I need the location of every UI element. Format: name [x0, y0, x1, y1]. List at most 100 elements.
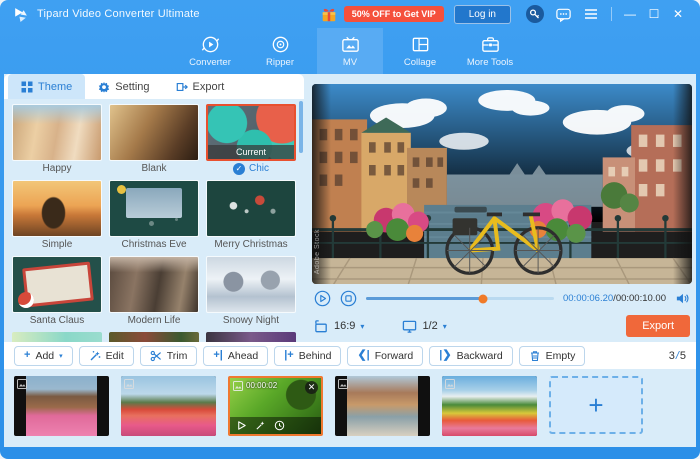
theme-santa-claus-thumbnail	[12, 256, 102, 313]
tab-mv[interactable]: MV	[317, 28, 383, 74]
tab-setting[interactable]: Setting	[85, 74, 162, 99]
plus-icon: +	[24, 349, 31, 361]
tab-mv-label: MV	[342, 57, 358, 68]
minimize-button[interactable]: —	[621, 5, 639, 23]
theme-santa-claus[interactable]: Santa Claus	[12, 256, 102, 328]
empty-button[interactable]: Empty	[518, 345, 586, 366]
stock-watermark: Adobe Stock	[314, 228, 321, 274]
behind-button[interactable]: |+ Behind	[274, 345, 342, 366]
tab-theme-label: Theme	[38, 80, 73, 93]
export-button[interactable]: Export	[626, 315, 690, 337]
maximize-button[interactable]: ☐	[645, 5, 663, 23]
theme-happy-label: Happy	[42, 163, 72, 174]
monitor-icon	[403, 320, 417, 333]
theme-happy-thumbnail	[12, 104, 102, 161]
content-area: Theme Setting Export Happy Blank Current…	[4, 74, 696, 447]
theme-merry-christmas-thumbnail	[206, 180, 296, 237]
progress-knob[interactable]	[478, 294, 488, 303]
theme-merry-christmas[interactable]: Merry Christmas	[206, 180, 296, 252]
clip-1-image	[26, 376, 97, 436]
remove-clip-button[interactable]: ✕	[305, 381, 318, 394]
theme-partial-thumbnail[interactable]	[109, 332, 199, 342]
left-panel-tabs: Theme Setting Export	[4, 74, 304, 99]
theme-blank-label: Blank	[141, 163, 167, 174]
ahead-icon: +|	[213, 349, 223, 361]
close-button[interactable]: ✕	[669, 5, 687, 23]
clip-edit-icon[interactable]	[255, 420, 266, 431]
timeline-clip-1[interactable]	[14, 376, 109, 436]
gift-icon[interactable]	[320, 5, 338, 23]
timeline-clip-5[interactable]	[442, 376, 537, 436]
theme-simple[interactable]: Simple	[12, 180, 102, 252]
clip-action-bar	[230, 417, 321, 434]
theme-modern-life-label: Modern Life	[127, 315, 181, 326]
theme-snowy-night-thumbnail	[206, 256, 296, 313]
theme-partial-thumbnail[interactable]	[12, 332, 102, 342]
theme-snowy-night-label: Snowy Night	[222, 315, 280, 326]
tab-export[interactable]: Export	[163, 74, 238, 99]
clip-play-icon[interactable]	[236, 420, 247, 431]
forward-button[interactable]: ❮| Forward	[347, 345, 424, 366]
theme-modern-life-thumbnail	[109, 256, 199, 313]
video-preview: Adobe Stock	[312, 84, 692, 284]
aspect-ratio-selector[interactable]: 16:9 ▾	[314, 319, 364, 334]
tab-theme[interactable]: Theme	[8, 74, 86, 99]
converter-icon	[201, 36, 219, 53]
edit-button[interactable]: Edit	[78, 345, 134, 366]
trash-icon	[530, 350, 539, 361]
tab-export-label: Export	[192, 80, 225, 93]
theme-grid: Happy Blank Current ✓ Chic Simple Christ…	[4, 99, 304, 342]
theme-christmas-eve[interactable]: Christmas Eve	[109, 180, 199, 252]
theme-happy[interactable]: Happy	[12, 104, 102, 176]
feedback-icon[interactable]	[553, 4, 573, 24]
timeline-clip-3-selected[interactable]: 00:00:02 ✕	[228, 376, 323, 436]
tab-converter-label: Converter	[189, 57, 231, 68]
add-button[interactable]: + Add ▾	[14, 345, 73, 366]
add-clip-placeholder[interactable]: +	[549, 376, 643, 434]
more-tools-icon	[481, 37, 499, 52]
timeline-clip-4[interactable]	[335, 376, 430, 436]
trim-button[interactable]: Trim	[139, 345, 198, 366]
app-title: Tipard Video Converter Ultimate	[37, 8, 200, 20]
volume-icon[interactable]	[675, 291, 690, 306]
export-icon	[176, 82, 188, 91]
tab-setting-label: Setting	[115, 80, 150, 93]
scissors-icon	[150, 350, 161, 361]
register-key-icon[interactable]	[525, 4, 545, 24]
current-time: 00:00:06.20	[562, 293, 614, 304]
tab-converter[interactable]: Converter	[177, 28, 243, 74]
theme-chic-selected[interactable]: Current ✓ Chic	[206, 104, 296, 176]
preview-panel: Adobe Stock 00:00:06.20/00:00:10.00 16:9…	[304, 74, 696, 342]
tab-more-tools-label: More Tools	[466, 57, 514, 68]
tab-ripper[interactable]: Ripper	[247, 28, 313, 74]
backward-button[interactable]: |❯ Backward	[429, 345, 513, 366]
main-nav: Converter Ripper MV Collage More Tools	[0, 28, 700, 74]
play-button[interactable]	[314, 290, 331, 307]
theme-partial-thumbnail[interactable]	[206, 332, 296, 342]
progress-fill	[366, 297, 483, 300]
theme-blank[interactable]: Blank	[109, 104, 199, 176]
theme-blank-thumbnail	[109, 104, 199, 161]
photo-icon	[124, 379, 134, 389]
theme-scrollbar[interactable]	[299, 101, 303, 153]
mv-left-panel: Theme Setting Export Happy Blank Current…	[4, 74, 304, 342]
theme-simple-thumbnail	[12, 180, 102, 237]
login-button[interactable]: Log in	[453, 4, 511, 24]
preview-page-selector[interactable]: 1/2 ▾	[402, 319, 447, 334]
tab-more-tools[interactable]: More Tools	[457, 28, 523, 74]
theme-snowy-night[interactable]: Snowy Night	[206, 256, 296, 328]
theme-modern-life[interactable]: Modern Life	[109, 256, 199, 328]
stop-button[interactable]	[340, 290, 357, 307]
progress-slider[interactable]	[366, 294, 554, 303]
timeline-clip-2[interactable]	[121, 376, 216, 436]
ripper-icon	[272, 36, 288, 53]
theme-christmas-eve-thumbnail	[109, 180, 199, 237]
menu-icon[interactable]	[581, 4, 601, 24]
preview-frame-image	[312, 84, 692, 284]
tab-collage[interactable]: Collage	[387, 28, 453, 74]
clip-duration-icon[interactable]	[274, 420, 285, 431]
vip-offer-badge[interactable]: 50% OFF to Get VIP	[343, 6, 444, 22]
theme-merry-christmas-label: Merry Christmas	[214, 239, 288, 250]
ahead-button[interactable]: +| Ahead	[203, 345, 269, 366]
clip-5-image	[442, 376, 537, 436]
